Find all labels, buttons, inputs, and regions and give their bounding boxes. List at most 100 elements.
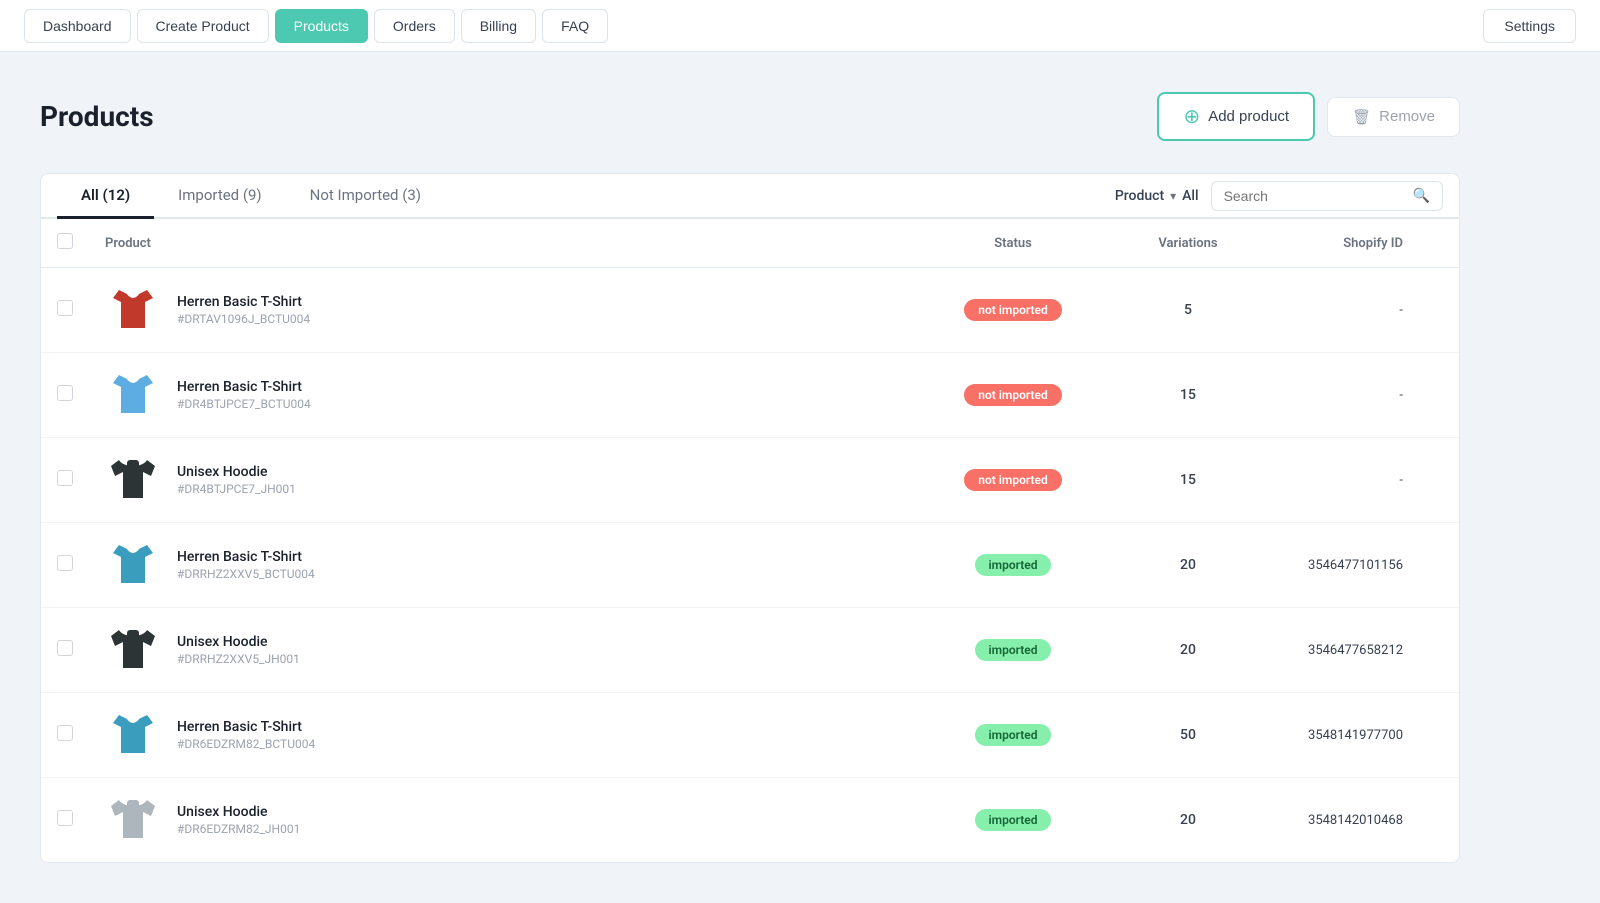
- table-row: Unisex Hoodie #DR6EDZRM82_JH001 imported…: [41, 778, 1459, 862]
- row-checkbox[interactable]: [57, 470, 73, 486]
- product-info: Herren Basic T-Shirt #DR6EDZRM82_BCTU004: [177, 719, 315, 751]
- nav-create-product[interactable]: Create Product: [137, 9, 269, 43]
- product-thumbnail: [105, 622, 161, 678]
- status-cell: not imported: [913, 469, 1113, 491]
- nav-products[interactable]: Products: [275, 9, 368, 43]
- product-name: Herren Basic T-Shirt: [177, 379, 311, 395]
- col-status: Status: [913, 236, 1113, 251]
- row-checkbox-col: [57, 725, 105, 745]
- product-sku: #DR6EDZRM82_JH001: [177, 822, 300, 836]
- tab-imported[interactable]: Imported (9): [154, 174, 286, 219]
- variations-cell: 20: [1113, 642, 1263, 658]
- product-thumbnail: [105, 282, 161, 338]
- variations-cell: 5: [1113, 302, 1263, 318]
- product-cell: Herren Basic T-Shirt #DR6EDZRM82_BCTU004: [105, 707, 913, 763]
- status-badge: not imported: [964, 384, 1061, 406]
- status-cell: imported: [913, 809, 1113, 831]
- status-badge: imported: [975, 639, 1052, 661]
- product-sku: #DR4BTJPCE7_JH001: [177, 482, 296, 496]
- table-header: Product Status Variations Shopify ID: [41, 219, 1459, 268]
- header-actions: ⊕ Add product 🗑 Remove: [1157, 92, 1460, 141]
- nav-billing[interactable]: Billing: [461, 9, 536, 43]
- product-cell: Herren Basic T-Shirt #DR4BTJPCE7_BCTU004: [105, 367, 913, 423]
- shopify-id-cell: 3546477101156: [1263, 558, 1443, 573]
- search-icon: 🔍: [1413, 188, 1430, 204]
- variations-cell: 20: [1113, 557, 1263, 573]
- product-filter-label: Product: [1115, 188, 1164, 204]
- header-checkbox-col: [57, 233, 105, 253]
- tab-all[interactable]: All (12): [57, 174, 154, 219]
- product-info: Unisex Hoodie #DRRHZ2XXV5_JH001: [177, 634, 300, 666]
- products-table: All (12) Imported (9) Not Imported (3) P…: [40, 173, 1460, 863]
- row-checkbox[interactable]: [57, 810, 73, 826]
- product-sku: #DR6EDZRM82_BCTU004: [177, 737, 315, 751]
- status-badge: imported: [975, 724, 1052, 746]
- table-row: Herren Basic T-Shirt #DR6EDZRM82_BCTU004…: [41, 693, 1459, 778]
- status-cell: not imported: [913, 384, 1113, 406]
- search-box: 🔍: [1211, 181, 1443, 211]
- product-cell: Herren Basic T-Shirt #DRTAV1096J_BCTU004: [105, 282, 913, 338]
- search-input[interactable]: [1224, 188, 1405, 204]
- shopify-id-cell: 3548142010468: [1263, 813, 1443, 828]
- product-info: Herren Basic T-Shirt #DRTAV1096J_BCTU004: [177, 294, 310, 326]
- row-checkbox[interactable]: [57, 300, 73, 316]
- table-row: Herren Basic T-Shirt #DRRHZ2XXV5_BCTU004…: [41, 523, 1459, 608]
- main-content: Products ⊕ Add product 🗑 Remove All (12)…: [0, 52, 1500, 903]
- product-info: Unisex Hoodie #DR4BTJPCE7_JH001: [177, 464, 296, 496]
- product-info: Herren Basic T-Shirt #DRRHZ2XXV5_BCTU004: [177, 549, 315, 581]
- status-badge: imported: [975, 809, 1052, 831]
- nav-dashboard[interactable]: Dashboard: [24, 9, 131, 43]
- remove-button[interactable]: 🗑 Remove: [1327, 97, 1460, 137]
- row-checkbox-col: [57, 385, 105, 405]
- plus-icon: ⊕: [1183, 104, 1200, 129]
- product-name: Herren Basic T-Shirt: [177, 719, 315, 735]
- variations-cell: 15: [1113, 387, 1263, 403]
- product-sku: #DRTAV1096J_BCTU004: [177, 312, 310, 326]
- product-info: Unisex Hoodie #DR6EDZRM82_JH001: [177, 804, 300, 836]
- product-cell: Unisex Hoodie #DRRHZ2XXV5_JH001: [105, 622, 913, 678]
- table-row: Unisex Hoodie #DRRHZ2XXV5_JH001 imported…: [41, 608, 1459, 693]
- status-cell: imported: [913, 639, 1113, 661]
- status-badge: not imported: [964, 299, 1061, 321]
- page-header: Products ⊕ Add product 🗑 Remove: [40, 92, 1460, 141]
- nav-orders[interactable]: Orders: [374, 9, 455, 43]
- product-filter: Product ▾ All: [1115, 188, 1199, 204]
- tab-not-imported[interactable]: Not Imported (3): [286, 174, 445, 219]
- shopify-id-cell: 3546477658212: [1263, 643, 1443, 658]
- row-checkbox[interactable]: [57, 725, 73, 741]
- product-thumbnail: [105, 452, 161, 508]
- filter-bar: All (12) Imported (9) Not Imported (3) P…: [41, 174, 1459, 219]
- filter-right: Product ▾ All 🔍: [1115, 181, 1443, 211]
- variations-cell: 20: [1113, 812, 1263, 828]
- variations-cell: 15: [1113, 472, 1263, 488]
- shopify-id-cell: -: [1263, 303, 1443, 318]
- shopify-id-cell: -: [1263, 473, 1443, 488]
- status-cell: not imported: [913, 299, 1113, 321]
- table-row: Unisex Hoodie #DR4BTJPCE7_JH001 not impo…: [41, 438, 1459, 523]
- add-product-button[interactable]: ⊕ Add product: [1157, 92, 1315, 141]
- product-info: Herren Basic T-Shirt #DR4BTJPCE7_BCTU004: [177, 379, 311, 411]
- status-badge: not imported: [964, 469, 1061, 491]
- col-product: Product: [105, 236, 913, 251]
- row-checkbox[interactable]: [57, 385, 73, 401]
- product-sku: #DRRHZ2XXV5_JH001: [177, 652, 300, 666]
- table-row: Herren Basic T-Shirt #DRTAV1096J_BCTU004…: [41, 268, 1459, 353]
- remove-label: Remove: [1379, 108, 1435, 125]
- nav-faq[interactable]: FAQ: [542, 9, 608, 43]
- product-name: Unisex Hoodie: [177, 804, 300, 820]
- chevron-down-icon: ▾: [1170, 189, 1176, 203]
- row-checkbox-col: [57, 640, 105, 660]
- row-checkbox[interactable]: [57, 640, 73, 656]
- navbar: Dashboard Create Product Products Orders…: [0, 0, 1600, 52]
- product-thumbnail: [105, 792, 161, 848]
- table-row: Herren Basic T-Shirt #DR4BTJPCE7_BCTU004…: [41, 353, 1459, 438]
- product-thumbnail: [105, 707, 161, 763]
- settings-button[interactable]: Settings: [1483, 9, 1576, 43]
- row-checkbox-col: [57, 555, 105, 575]
- select-all-checkbox[interactable]: [57, 233, 73, 249]
- product-name: Unisex Hoodie: [177, 634, 300, 650]
- page-title: Products: [40, 100, 154, 133]
- row-checkbox[interactable]: [57, 555, 73, 571]
- add-product-label: Add product: [1208, 108, 1289, 125]
- shopify-id-cell: 3548141977700: [1263, 728, 1443, 743]
